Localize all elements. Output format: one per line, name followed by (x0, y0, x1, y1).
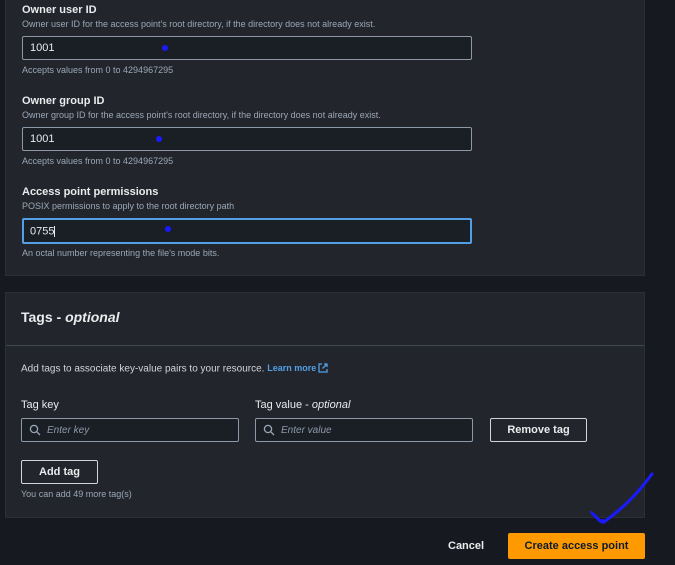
cancel-button[interactable]: Cancel (440, 536, 492, 556)
tags-remaining-hint: You can add 49 more tag(s) (21, 489, 132, 499)
owner-user-input[interactable]: 1001 (22, 36, 472, 60)
owner-user-hint: Accepts values from 0 to 4294967295 (22, 65, 174, 75)
tag-value-label: Tag value - optional (255, 399, 350, 411)
text-cursor (54, 226, 56, 237)
permissions-input[interactable]: 0755 (22, 218, 472, 244)
owner-group-label: Owner group ID (22, 95, 105, 107)
owner-group-field: Owner group ID Owner group ID for the ac… (22, 95, 381, 120)
owner-user-label: Owner user ID (22, 4, 97, 16)
permissions-hint: An octal number representing the file's … (22, 248, 220, 258)
posix-user-panel: Owner user ID Owner user ID for the acce… (5, 0, 645, 276)
search-icon (29, 424, 41, 436)
learn-more-link[interactable]: Learn more (267, 363, 328, 373)
tags-panel: Tags - optional Add tags to associate ke… (5, 292, 645, 518)
annotation-dot (156, 136, 162, 142)
permissions-label: Access point permissions (22, 186, 159, 198)
external-link-icon (318, 363, 328, 375)
owner-user-description: Owner user ID for the access point's roo… (22, 19, 376, 29)
checkmark-annotation (590, 472, 654, 524)
tags-intro-text: Add tags to associate key-value pairs to… (21, 363, 265, 375)
tags-intro: Add tags to associate key-value pairs to… (21, 363, 328, 375)
tag-value-placeholder: Enter value (281, 425, 332, 436)
tags-header: Tags - optional (6, 293, 644, 346)
permissions-value: 0755 (30, 225, 55, 238)
tag-key-label: Tag key (21, 399, 59, 411)
owner-group-description: Owner group ID for the access point's ro… (22, 110, 381, 120)
permissions-description: POSIX permissions to apply to the root d… (22, 201, 235, 211)
permissions-field: Access point permissions POSIX permissio… (22, 186, 234, 211)
tags-title-text: Tags - (21, 309, 66, 325)
create-access-point-button[interactable]: Create access point (508, 533, 645, 559)
tag-key-input[interactable]: Enter key (21, 418, 239, 442)
tag-value-input[interactable]: Enter value (255, 418, 473, 442)
annotation-dot (162, 45, 168, 51)
tag-key-placeholder: Enter key (47, 425, 90, 436)
tag-value-label-text: Tag value - (255, 399, 312, 411)
owner-group-input[interactable]: 1001 (22, 127, 472, 151)
tag-value-label-optional: optional (311, 399, 351, 411)
remove-tag-button[interactable]: Remove tag (490, 418, 587, 442)
owner-group-value: 1001 (30, 133, 55, 145)
learn-more-text: Learn more (267, 363, 317, 374)
owner-user-value: 1001 (30, 42, 55, 54)
owner-user-field: Owner user ID Owner user ID for the acce… (22, 4, 375, 29)
add-tag-button[interactable]: Add tag (21, 460, 98, 484)
owner-group-hint: Accepts values from 0 to 4294967295 (22, 156, 174, 166)
annotation-dot (165, 226, 171, 232)
tags-title-optional: optional (65, 309, 120, 325)
tags-title: Tags - optional (21, 309, 120, 325)
search-icon (263, 424, 275, 436)
